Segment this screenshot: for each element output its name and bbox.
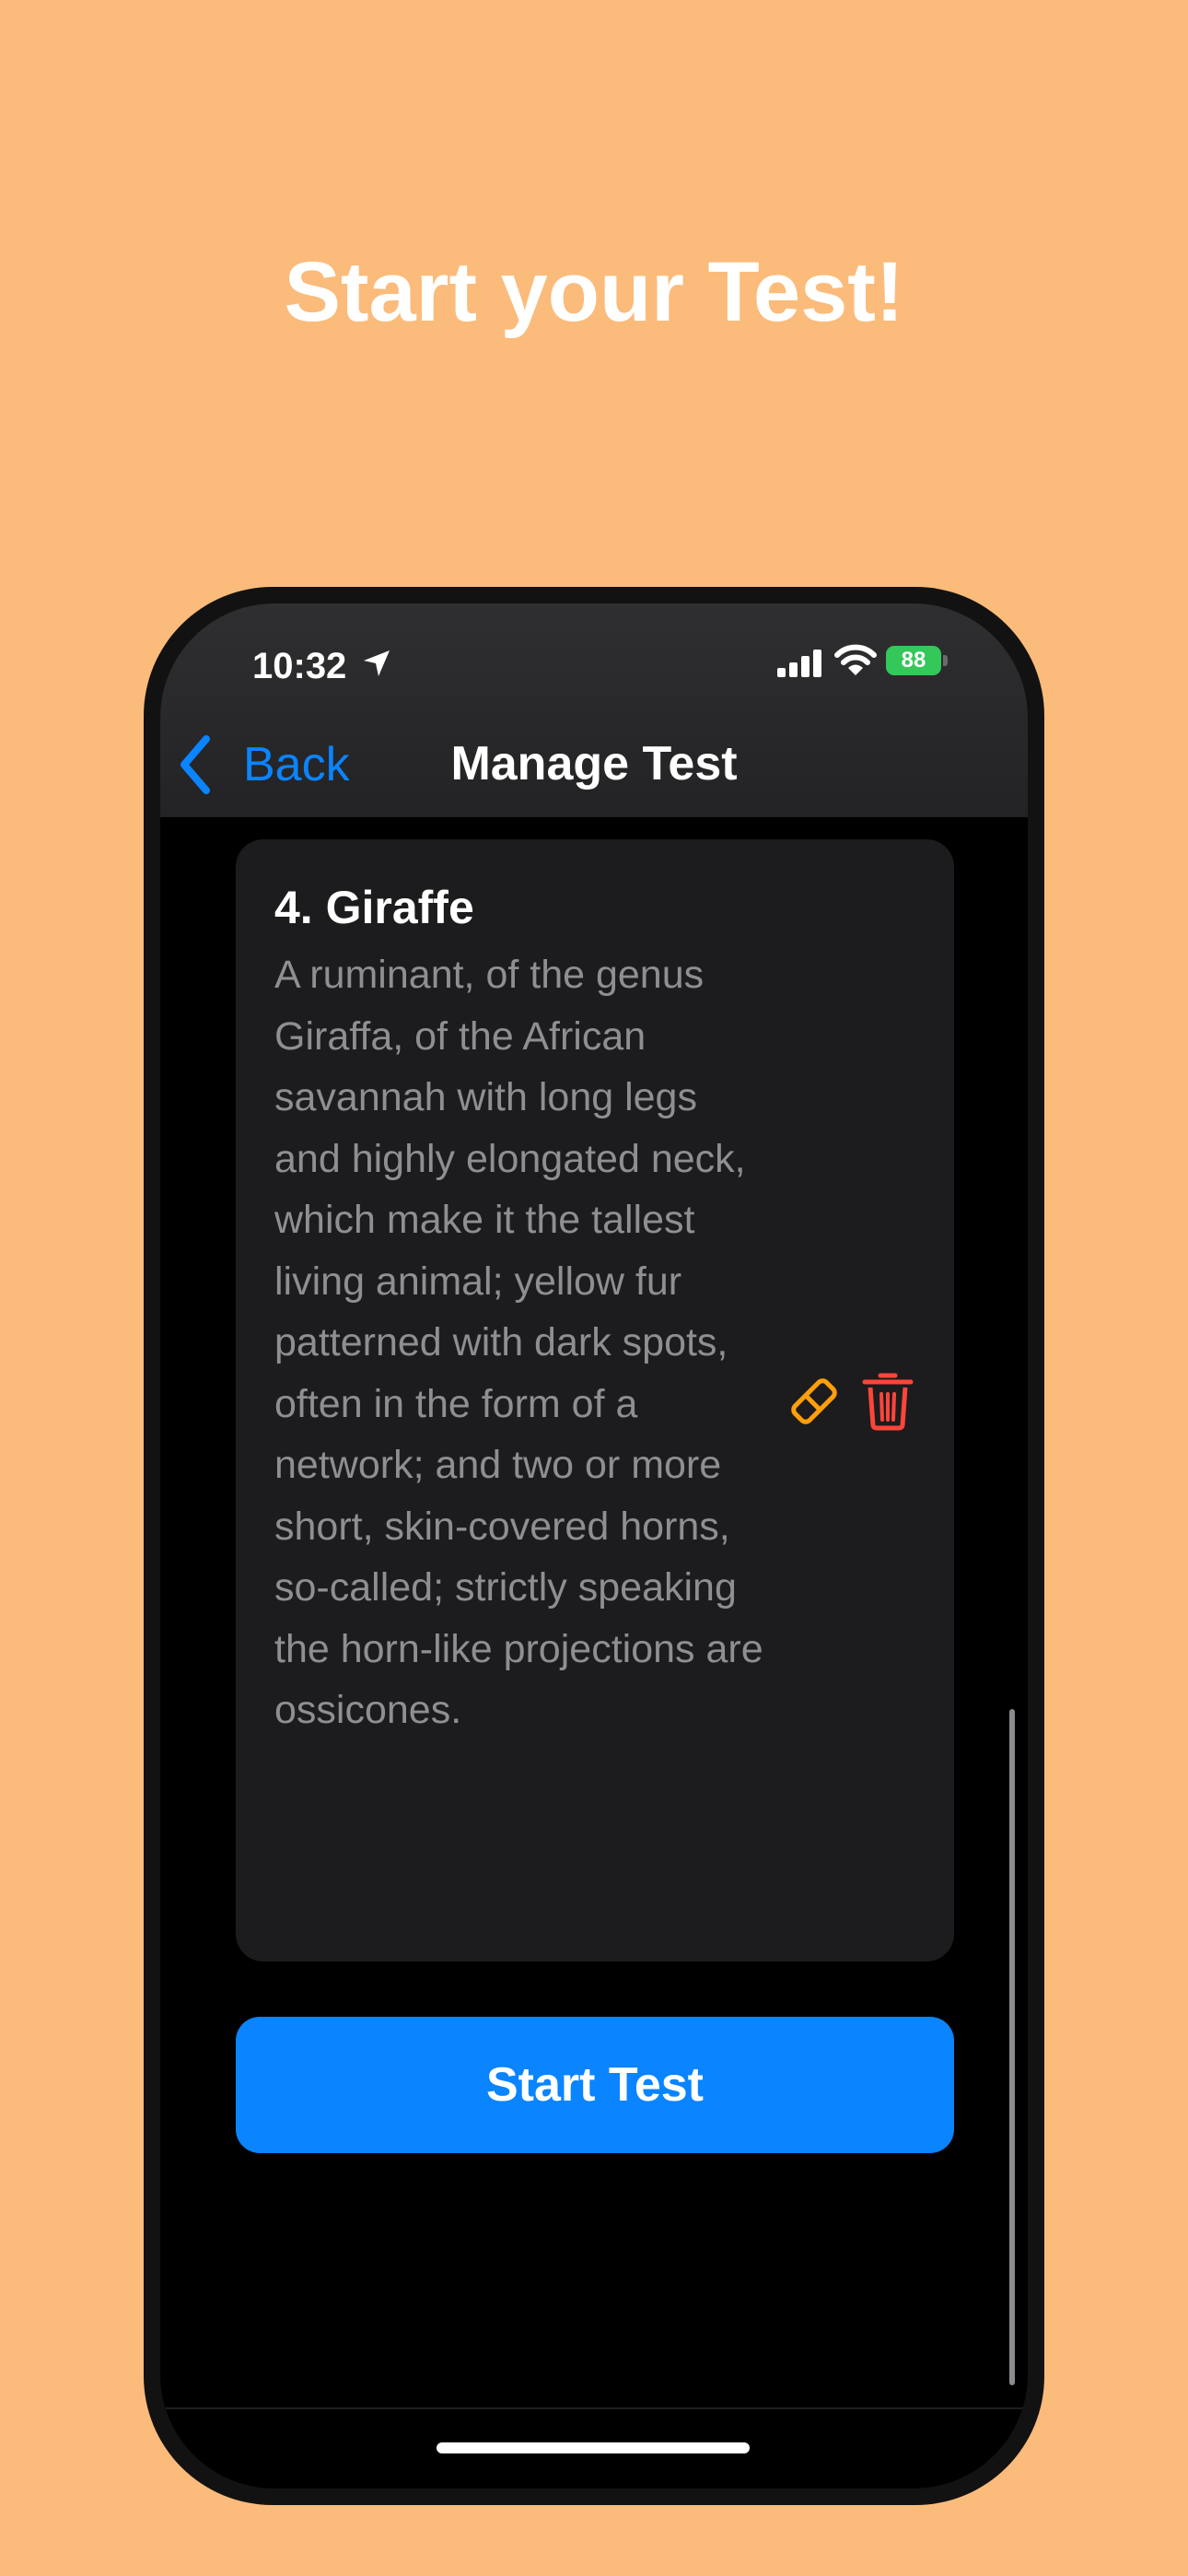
- wifi-icon: [834, 644, 877, 675]
- term-card: 4. Giraffe A ruminant, of the genus Gira…: [236, 839, 954, 1961]
- term-title: 4. Giraffe: [274, 882, 474, 933]
- term-description: A ruminant, of the genus Giraffa, of the…: [274, 953, 763, 1732]
- home-indicator[interactable]: [437, 2442, 750, 2453]
- cellular-signal-icon: [777, 650, 821, 677]
- scroll-indicator[interactable]: [1009, 1709, 1015, 2385]
- battery-percentage: 88: [901, 648, 926, 673]
- bottom-divider: [160, 2407, 1028, 2409]
- status-time: 10:32: [252, 646, 347, 686]
- trash-icon[interactable]: [862, 1370, 914, 1431]
- battery-charging-icon: 88: [886, 646, 950, 677]
- start-test-button[interactable]: Start Test: [236, 2017, 954, 2153]
- page-title: Manage Test: [450, 737, 738, 790]
- eraser-icon[interactable]: [786, 1374, 842, 1429]
- phone-frame: 10:32 88 Back Manage Test 4. Giraffe A r…: [144, 587, 1044, 2505]
- navigation-bar: 10:32 88 Back Manage Test: [160, 603, 1028, 817]
- app-screen: 10:32 88 Back Manage Test 4. Giraffe A r…: [160, 603, 1028, 2488]
- battery-cap: [943, 655, 948, 666]
- location-arrow-icon: [364, 650, 390, 676]
- promo-headline: Start your Test!: [284, 245, 904, 339]
